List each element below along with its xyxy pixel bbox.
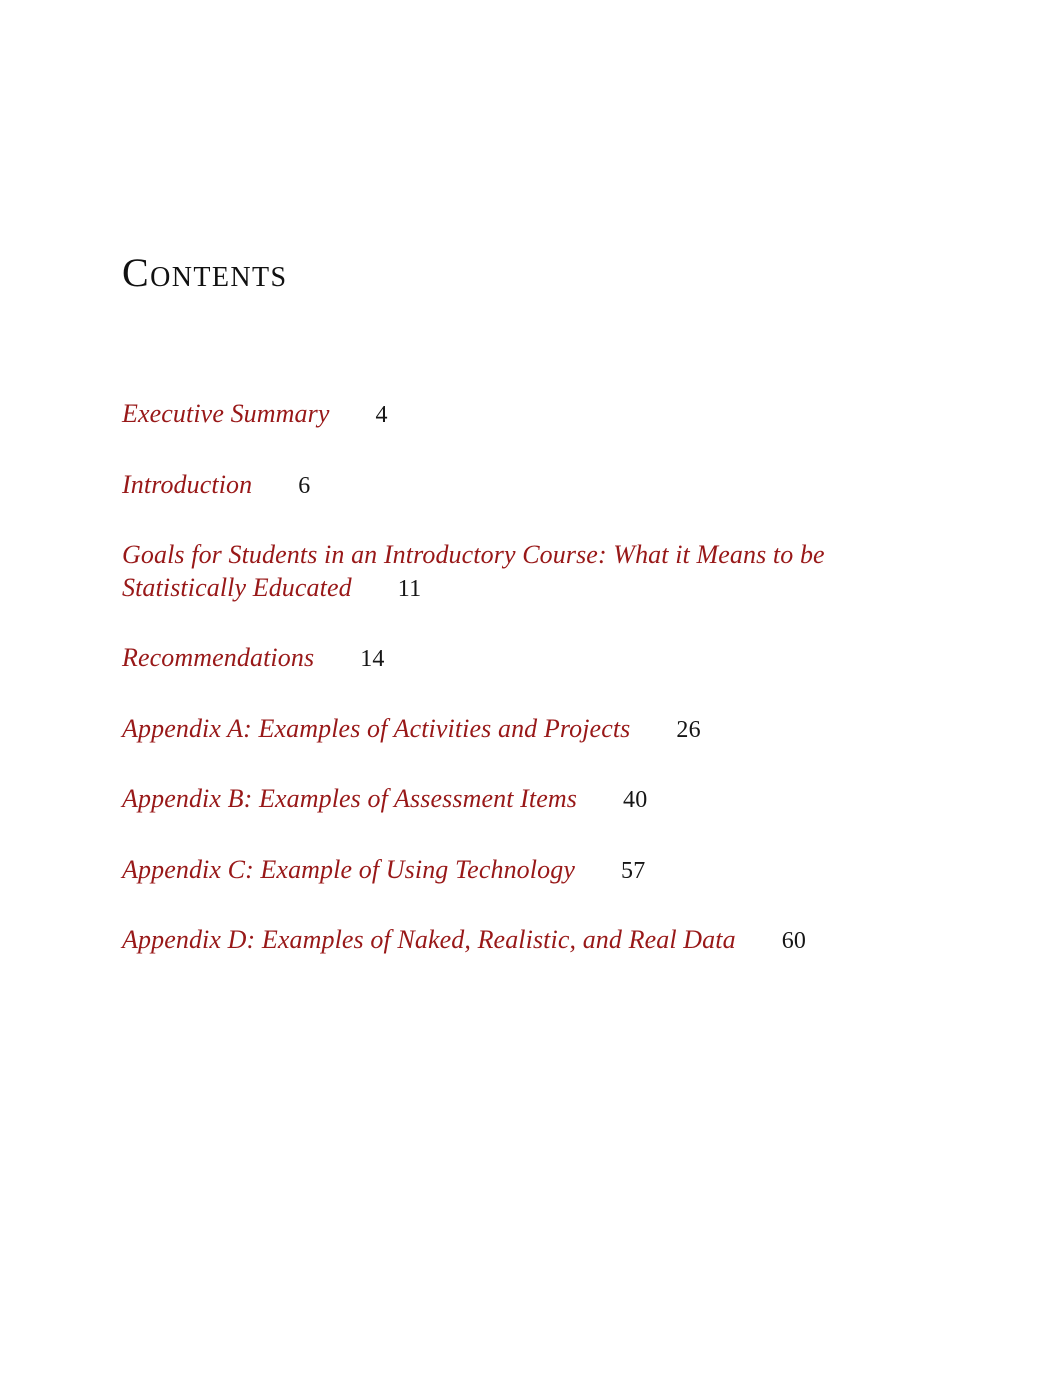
toc-entry[interactable]: Goals for Students in an Introductory Co… xyxy=(122,539,940,604)
toc-entry-title: Appendix B: Examples of Assessment Items xyxy=(122,784,577,813)
table-of-contents-list: Executive Summary 4 Introduction 6 Goals f… xyxy=(122,398,940,957)
toc-entry-page-number: 4 xyxy=(375,402,388,428)
toc-entry-page-number: 57 xyxy=(620,857,646,884)
toc-entry[interactable]: Appendix A: Examples of Activities and P… xyxy=(122,713,940,746)
toc-entry-title: Appendix A: Examples of Activities and P… xyxy=(122,713,631,743)
toc-entry-title: Goals for Students in an Introductory Co… xyxy=(122,540,825,602)
toc-entry-page-number: 60 xyxy=(781,928,807,954)
toc-entry-title: Introduction xyxy=(122,469,253,499)
toc-entry[interactable]: Executive Summary 4 xyxy=(122,398,940,431)
toc-entry[interactable]: Recommendations 14 xyxy=(122,642,940,675)
toc-entry[interactable]: Appendix C: Example of Using Technology 5… xyxy=(122,854,940,887)
document-page: Contents Executive Summary 4 Introduction… xyxy=(0,0,1062,1377)
toc-entry[interactable]: Appendix B: Examples of Assessment Items… xyxy=(122,783,940,816)
page-title: Contents xyxy=(122,250,288,295)
toc-entry-page-number: 40 xyxy=(622,787,648,813)
toc-entry-page-number: 26 xyxy=(676,716,701,743)
toc-entry-title: Executive Summary xyxy=(122,399,330,428)
toc-entry-title: Appendix C: Example of Using Technology xyxy=(122,854,575,884)
toc-entry[interactable]: Appendix D: Examples of Naked, Realistic… xyxy=(122,924,940,957)
toc-entry-page-number: 6 xyxy=(298,472,311,499)
toc-entry-title: Appendix D: Examples of Naked, Realistic… xyxy=(122,925,736,954)
toc-entry[interactable]: Introduction 6 xyxy=(122,469,940,502)
toc-entry-page-number: 11 xyxy=(397,575,422,602)
toc-entry-page-number: 14 xyxy=(360,646,385,672)
toc-entry-title: Recommendations xyxy=(122,643,315,672)
